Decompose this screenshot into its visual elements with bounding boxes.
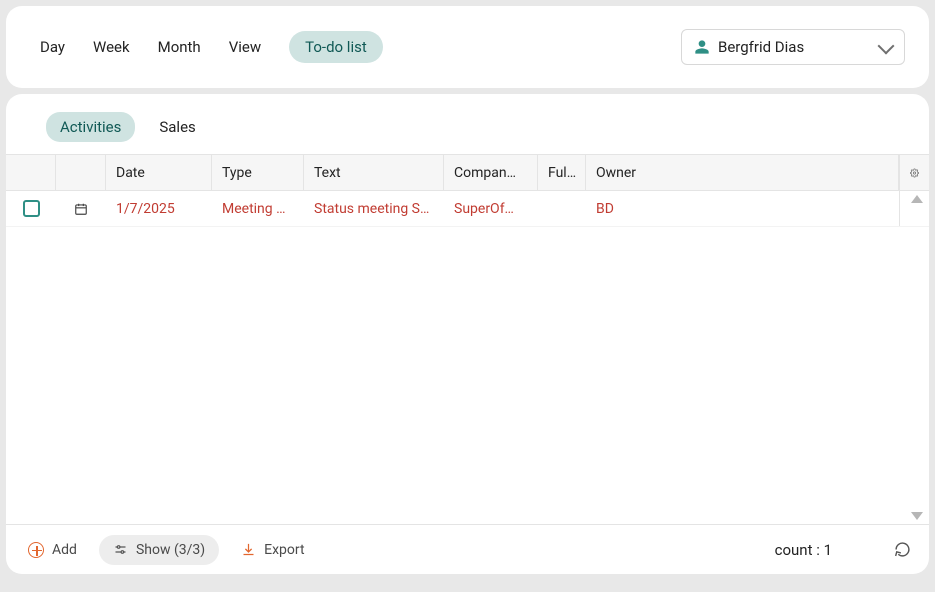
col-text[interactable]: Text <box>304 155 444 190</box>
tab-view[interactable]: View <box>229 38 261 56</box>
grid-body: 1/7/2025 Meeting … Status meeting S… Sup… <box>6 191 929 524</box>
table-row[interactable]: 1/7/2025 Meeting … Status meeting S… Sup… <box>6 191 929 227</box>
show-button[interactable]: Show (3/3) <box>99 535 219 565</box>
refresh-icon <box>894 541 911 558</box>
calendar-icon <box>74 202 88 216</box>
person-icon <box>694 39 710 55</box>
col-icon <box>56 155 106 190</box>
grid-header: Date Type Text Compan… Ful… Owner <box>6 155 929 191</box>
count-label: count : 1 <box>775 541 832 559</box>
refresh-button[interactable] <box>894 541 911 558</box>
user-name: Bergfrid Dias <box>718 38 804 56</box>
cell-text: Status meeting S… <box>304 191 444 226</box>
cell-date: 1/7/2025 <box>106 191 212 226</box>
cell-full <box>538 191 586 226</box>
tab-month[interactable]: Month <box>158 38 201 56</box>
subtabs: Activities Sales <box>6 94 929 154</box>
footer: Add Show (3/3) Export count : 1 <box>6 524 929 574</box>
download-icon <box>241 542 256 557</box>
nav-tabs: Day Week Month View To-do list <box>40 31 383 63</box>
col-full[interactable]: Ful… <box>538 155 586 190</box>
col-owner[interactable]: Owner <box>586 155 899 190</box>
export-label: Export <box>264 542 304 558</box>
sliders-icon <box>113 542 128 557</box>
topbar: Day Week Month View To-do list Bergfrid … <box>6 6 929 88</box>
col-company[interactable]: Compan… <box>444 155 538 190</box>
subtab-sales[interactable]: Sales <box>159 118 195 136</box>
tab-week[interactable]: Week <box>93 38 130 56</box>
add-label: Add <box>52 542 77 558</box>
row-type-icon <box>56 191 106 226</box>
plus-icon <box>28 542 44 558</box>
grid-settings-button[interactable] <box>899 155 929 190</box>
scroll-up-icon[interactable] <box>911 195 923 203</box>
tab-day[interactable]: Day <box>40 38 65 56</box>
cell-company: SuperOf… <box>444 191 538 226</box>
export-button[interactable]: Export <box>241 542 304 558</box>
grid: Date Type Text Compan… Ful… Owner 1/7/20… <box>6 154 929 524</box>
row-checkbox[interactable] <box>23 200 40 217</box>
add-button[interactable]: Add <box>28 542 77 558</box>
col-type[interactable]: Type <box>212 155 304 190</box>
user-dropdown[interactable]: Bergfrid Dias <box>681 29 905 65</box>
scroll-down-icon[interactable] <box>911 512 923 520</box>
col-checkbox <box>6 155 56 190</box>
cell-type: Meeting … <box>212 191 304 226</box>
gear-icon <box>910 166 919 180</box>
main-panel: Activities Sales Date Type Text Compan… … <box>6 94 929 574</box>
chevron-down-icon <box>878 37 895 54</box>
subtab-activities[interactable]: Activities <box>46 112 135 142</box>
show-label: Show (3/3) <box>136 542 205 558</box>
col-date[interactable]: Date <box>106 155 212 190</box>
cell-owner: BD <box>586 191 899 226</box>
tab-todo-list[interactable]: To-do list <box>289 31 383 63</box>
